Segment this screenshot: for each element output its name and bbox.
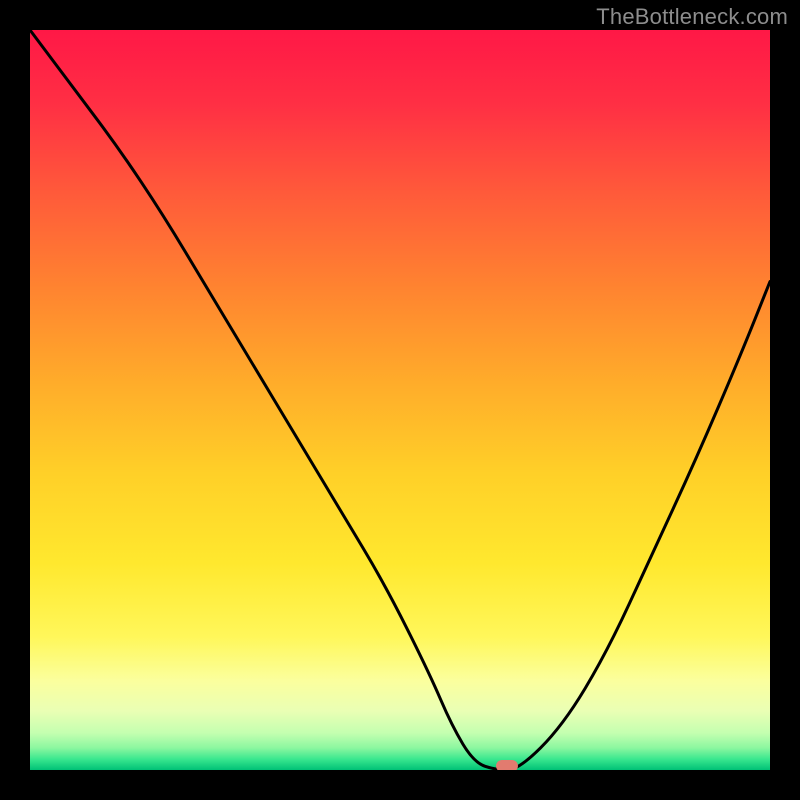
optimal-point-marker [496,760,518,770]
bottleneck-curve [30,30,770,770]
watermark-text: TheBottleneck.com [596,4,788,30]
chart-frame: TheBottleneck.com [0,0,800,800]
plot-area [30,30,770,770]
